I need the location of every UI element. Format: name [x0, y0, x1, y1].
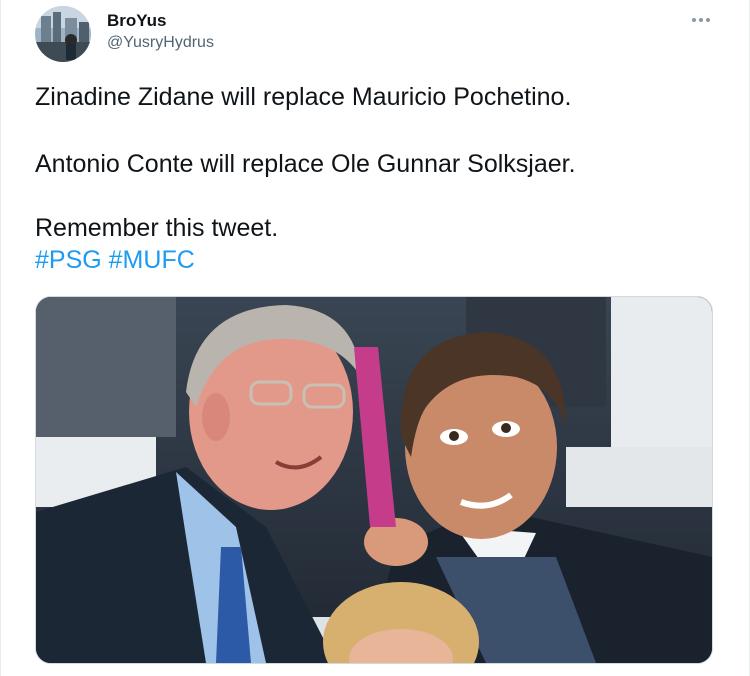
- avatar[interactable]: [35, 6, 91, 62]
- user-handle[interactable]: @YusryHydrus: [107, 32, 214, 54]
- tweet-header: BroYus @YusryHydrus: [35, 6, 715, 62]
- tweet-line: Antonio Conte will replace Ole Gunnar So…: [35, 150, 576, 178]
- author-names: BroYus @YusryHydrus: [107, 10, 214, 54]
- tweet-line: Remember this tweet.: [35, 214, 279, 242]
- display-name[interactable]: BroYus: [107, 10, 214, 32]
- tweet-line: Zinadine Zidane will replace Mauricio Po…: [35, 83, 572, 111]
- photo-image: [36, 297, 712, 663]
- hashtag-psg[interactable]: #PSG: [35, 246, 102, 274]
- hashtag-row: #PSG #MUFC: [35, 245, 195, 275]
- tweet-card: BroYus @YusryHydrus Zinadine Zidane will…: [0, 0, 750, 676]
- hashtag-mufc[interactable]: #MUFC: [109, 246, 195, 274]
- tweet-photo[interactable]: [35, 296, 713, 664]
- avatar-image: [35, 6, 91, 62]
- more-horizontal-icon[interactable]: [687, 10, 715, 30]
